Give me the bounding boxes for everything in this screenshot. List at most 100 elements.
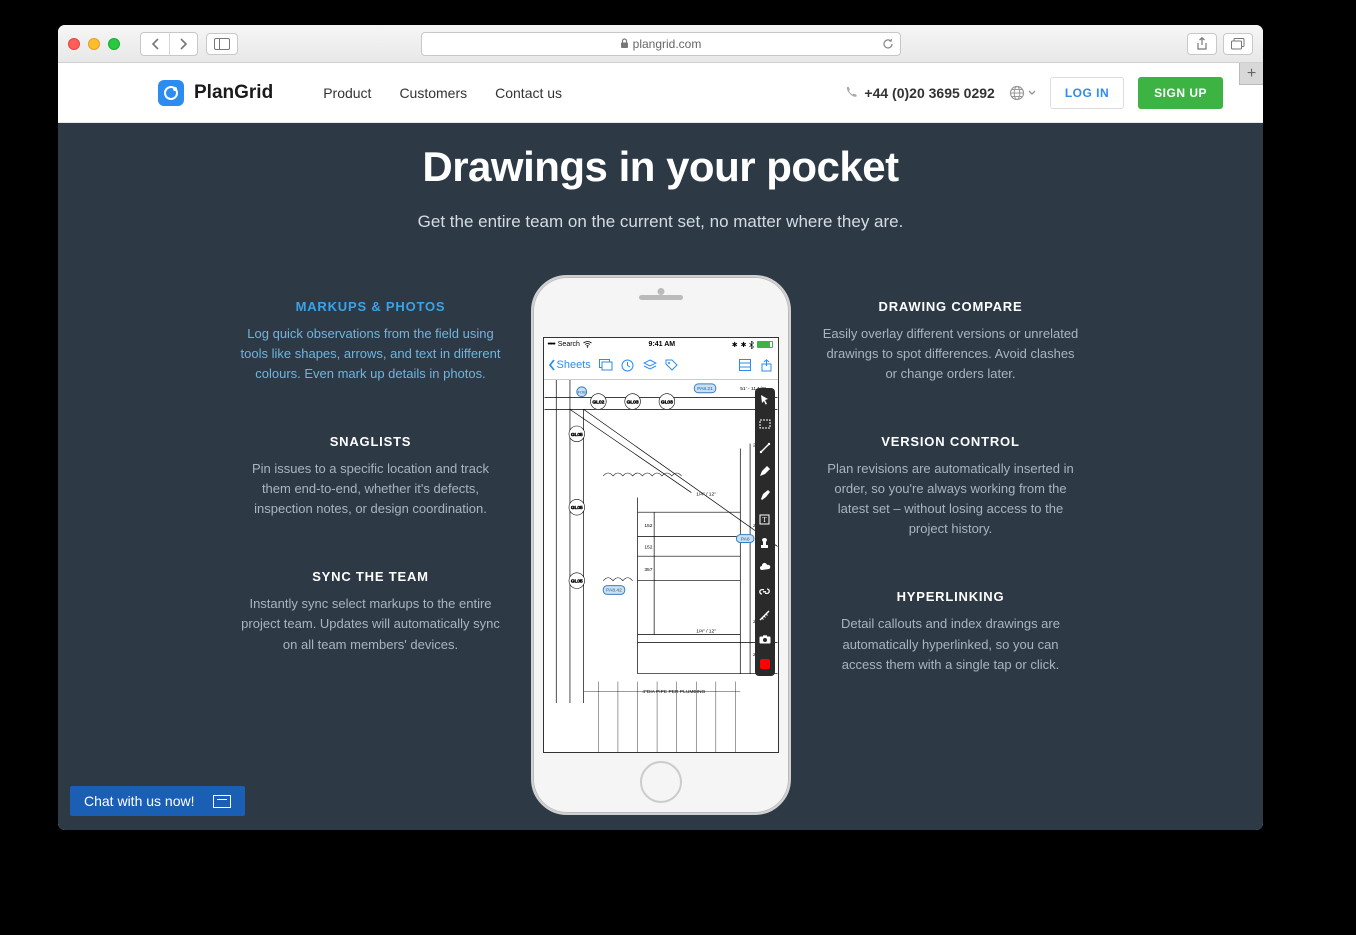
page-content: Drawings in your pocket Get the entire t… [58, 123, 1263, 830]
sidebar-toggle-button[interactable] [206, 33, 238, 55]
back-to-sheets[interactable]: Sheets [548, 359, 591, 371]
svg-text:GL03: GL03 [660, 399, 672, 405]
traffic-lights [68, 38, 120, 50]
login-button[interactable]: LOG IN [1050, 77, 1124, 109]
chat-widget[interactable]: Chat with us now! [70, 786, 245, 816]
forward-button[interactable] [169, 33, 197, 55]
share-button[interactable] [1187, 33, 1217, 55]
app-toolbar: Sheets [544, 352, 778, 380]
svg-text:GL05: GL05 [570, 578, 582, 584]
feature-snaglists[interactable]: SNAGLISTS Pin issues to a specific locat… [241, 434, 501, 519]
list-icon[interactable] [738, 358, 752, 372]
features-right: DRAWING COMPARE Easily overlay different… [821, 275, 1081, 675]
tool-pen[interactable] [755, 460, 775, 484]
tool-camera[interactable] [755, 628, 775, 652]
nav-links: Product Customers Contact us [323, 85, 562, 101]
layers-icon[interactable] [643, 358, 657, 372]
feature-desc: Easily overlay different versions or unr… [821, 324, 1081, 384]
brand[interactable]: PlanGrid [158, 80, 273, 106]
chevron-left-icon [548, 359, 556, 371]
svg-text:4"DIA PIPE PER PLUMBING: 4"DIA PIPE PER PLUMBING [642, 689, 705, 695]
tool-stamp[interactable] [755, 532, 775, 556]
sheet-stack-icon[interactable] [599, 358, 613, 372]
new-tab-button[interactable]: + [1239, 63, 1263, 85]
feature-version-control[interactable]: VERSION CONTROL Plan revisions are autom… [821, 434, 1081, 540]
status-time: 9:41 AM [649, 341, 676, 348]
brand-logo-icon [158, 80, 184, 106]
phone-screen: ••••• Search 9:41 AM ✱✱ [543, 337, 779, 753]
features-left: MARKUPS & PHOTOS Log quick observations … [241, 275, 501, 655]
feature-title: SNAGLISTS [241, 434, 501, 449]
close-window-button[interactable] [68, 38, 80, 50]
svg-text:FOB: FOB [577, 389, 585, 394]
tool-lasso[interactable] [755, 412, 775, 436]
feature-desc: Plan revisions are automatically inserte… [821, 459, 1081, 540]
svg-text:GL02: GL02 [592, 399, 604, 405]
svg-text:GL03: GL03 [626, 399, 638, 405]
brand-name: PlanGrid [194, 82, 273, 104]
feature-title: SYNC THE TEAM [241, 569, 501, 584]
chevron-down-icon [1028, 90, 1036, 95]
feature-desc: Detail callouts and index drawings are a… [821, 614, 1081, 674]
feature-title: HYPERLINKING [821, 589, 1081, 604]
feature-sync-team[interactable]: SYNC THE TEAM Instantly sync select mark… [241, 569, 501, 654]
feature-drawing-compare[interactable]: DRAWING COMPARE Easily overlay different… [821, 299, 1081, 384]
svg-text:GL05: GL05 [570, 505, 582, 511]
phone-mockup: ••••• Search 9:41 AM ✱✱ [531, 275, 791, 815]
svg-text:152: 152 [644, 544, 652, 550]
signup-button[interactable]: SIGN UP [1138, 77, 1223, 109]
clock-icon[interactable] [621, 358, 635, 372]
browser-title-bar: plangrid.com [58, 25, 1263, 63]
feature-title: MARKUPS & PHOTOS [241, 299, 501, 314]
feature-hyperlinking[interactable]: HYPERLINKING Detail callouts and index d… [821, 589, 1081, 674]
blueprint-drawing: GL02 GL03 GL03 GL05 GL05 GL05 PA8.21 PA8… [544, 380, 778, 752]
feature-title: VERSION CONTROL [821, 434, 1081, 449]
nav-contact[interactable]: Contact us [495, 85, 562, 101]
search-label: Search [558, 341, 580, 348]
features-row: MARKUPS & PHOTOS Log quick observations … [58, 275, 1263, 815]
tool-color[interactable] [755, 652, 775, 676]
wifi-icon [583, 341, 592, 348]
locale-picker[interactable] [1009, 85, 1036, 101]
svg-text:357: 357 [644, 566, 652, 572]
feature-markups-photos[interactable]: MARKUPS & PHOTOS Log quick observations … [241, 299, 501, 384]
url-text: plangrid.com [633, 37, 702, 51]
nav-back-forward [140, 32, 198, 56]
tag-icon[interactable] [665, 358, 679, 372]
nav-customers[interactable]: Customers [399, 85, 467, 101]
back-button[interactable] [141, 33, 169, 55]
tool-cloud[interactable] [755, 556, 775, 580]
browser-window: plangrid.com + PlanGrid Product Customer… [58, 25, 1263, 830]
markup-tool-strip: T [755, 388, 775, 676]
maximize-window-button[interactable] [108, 38, 120, 50]
address-bar[interactable]: plangrid.com [421, 32, 901, 56]
svg-text:PA8: PA8 [740, 536, 749, 542]
phone-home-button [640, 761, 682, 803]
nav-product[interactable]: Product [323, 85, 371, 101]
phone-text: +44 (0)20 3695 0292 [864, 85, 994, 101]
reload-button[interactable] [882, 38, 894, 50]
tool-highlighter[interactable] [755, 484, 775, 508]
phone-speaker-icon [639, 295, 683, 300]
tool-pointer[interactable] [755, 388, 775, 412]
svg-text:GL05: GL05 [570, 431, 582, 437]
phone-camera-icon [657, 288, 664, 295]
lock-icon [620, 38, 629, 49]
tool-line[interactable] [755, 436, 775, 460]
drawing-canvas[interactable]: GL02 GL03 GL03 GL05 GL05 GL05 PA8.21 PA8… [544, 380, 778, 752]
browser-toolbar-right [1187, 33, 1253, 55]
phone-number[interactable]: +44 (0)20 3695 0292 [845, 85, 994, 101]
tool-ruler[interactable] [755, 604, 775, 628]
globe-icon [1009, 85, 1025, 101]
tool-link[interactable] [755, 580, 775, 604]
site-header: PlanGrid Product Customers Contact us +4… [58, 63, 1263, 123]
tool-text[interactable]: T [755, 508, 775, 532]
svg-text:T: T [762, 516, 767, 524]
svg-text:PA8.42: PA8.42 [606, 587, 622, 593]
hero-subtitle: Get the entire team on the current set, … [58, 209, 1263, 235]
tabs-button[interactable] [1223, 33, 1253, 55]
minimize-window-button[interactable] [88, 38, 100, 50]
export-icon[interactable] [760, 358, 774, 372]
feature-desc: Instantly sync select markups to the ent… [241, 594, 501, 654]
nav-right: +44 (0)20 3695 0292 LOG IN SIGN UP [845, 77, 1223, 109]
